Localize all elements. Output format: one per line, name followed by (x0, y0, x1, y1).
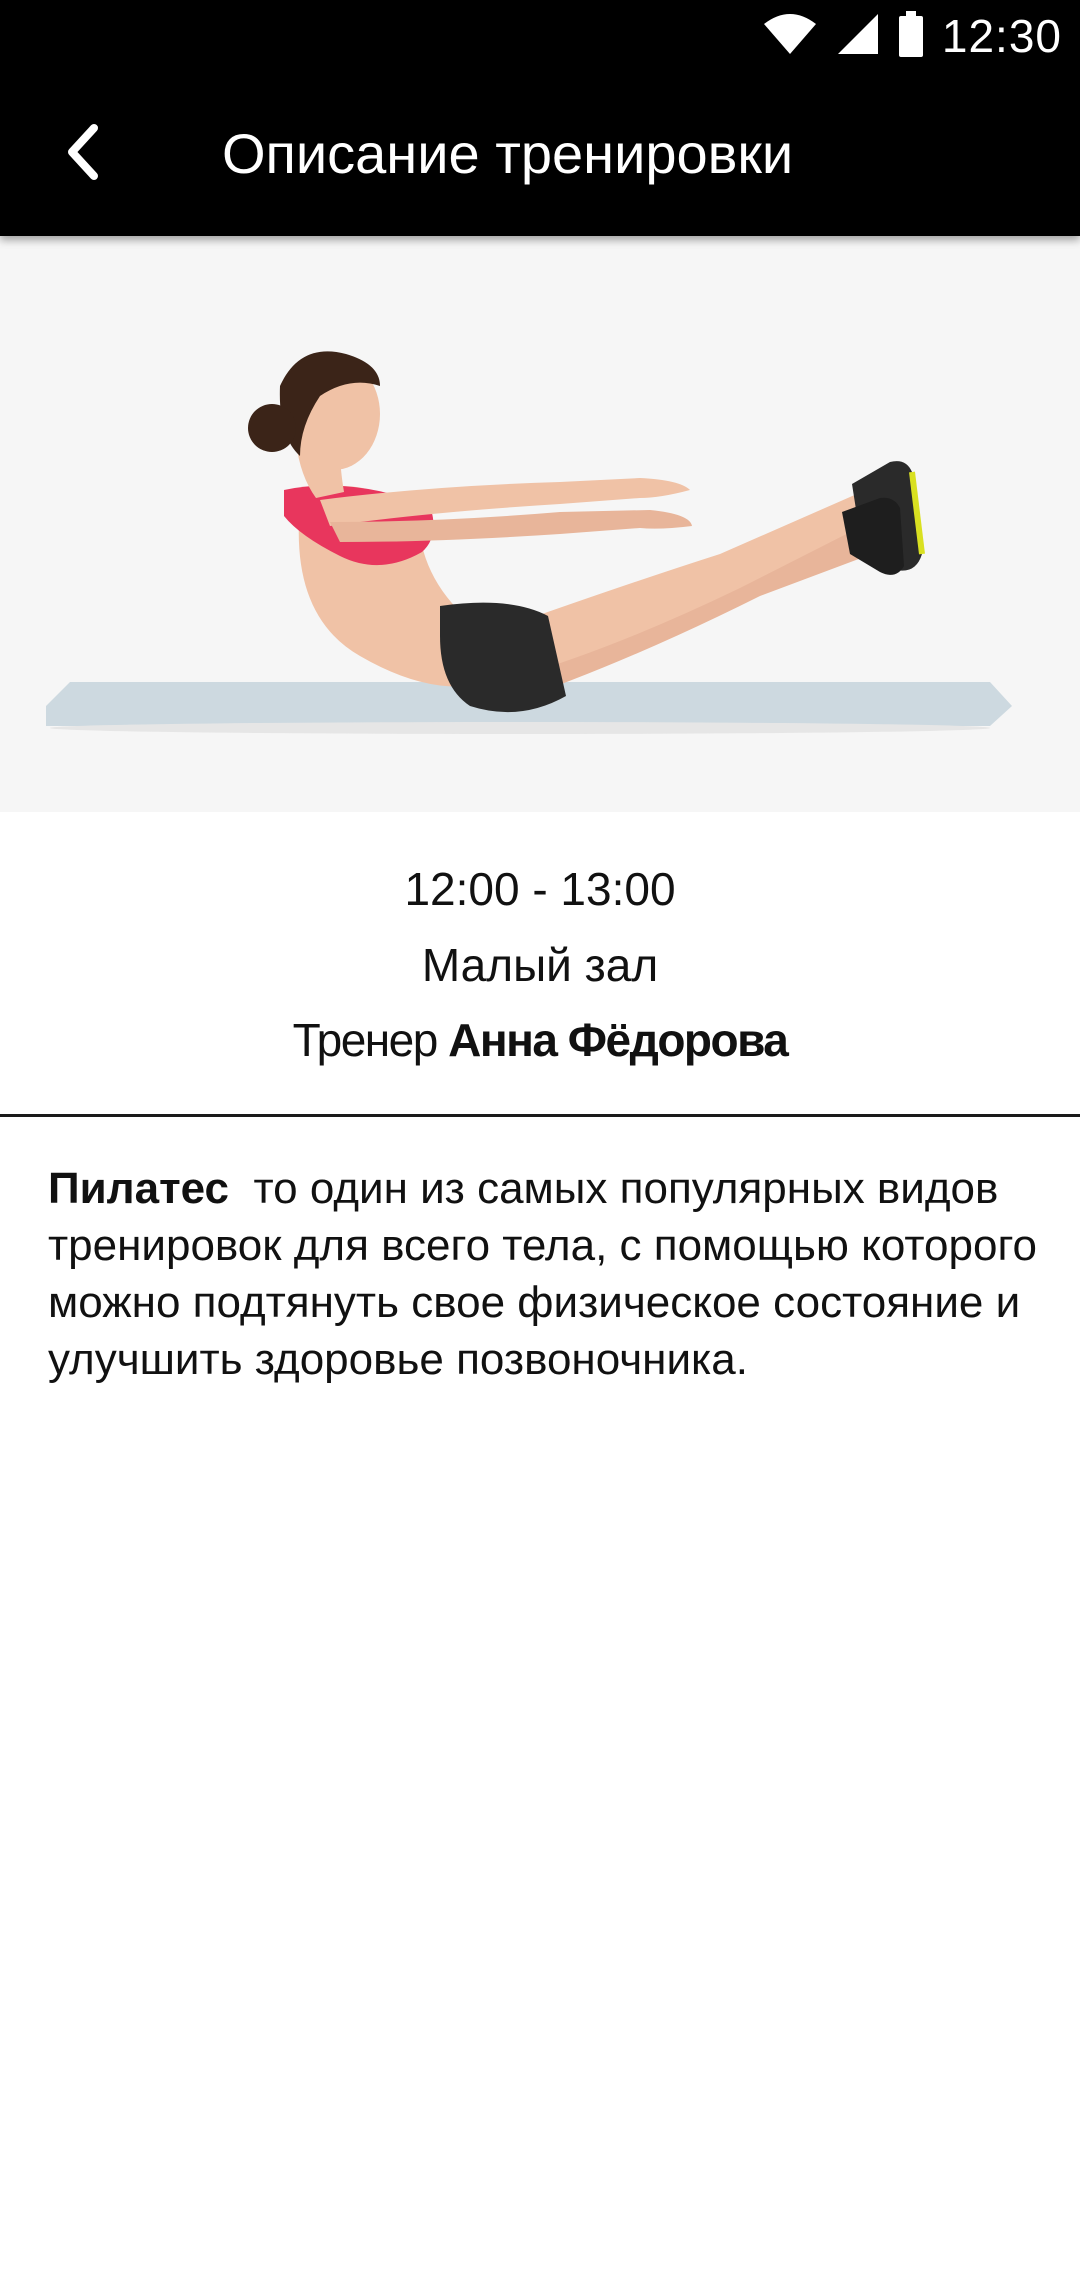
trainer-name: Анна Фёдорова (448, 1014, 789, 1066)
workout-image (0, 236, 1080, 812)
divider (0, 1114, 1080, 1117)
page-title: Описание тренировки (222, 122, 794, 185)
description-title: Пилатес (48, 1164, 230, 1213)
back-button[interactable] (40, 109, 130, 199)
workout-description: Пилатес то один из самых популярных видо… (48, 1160, 1048, 1388)
trainer-label: Тренер (292, 1014, 439, 1066)
app-bar: Описание тренировки (0, 72, 1080, 236)
battery-icon (898, 10, 924, 62)
chevron-left-icon (60, 122, 110, 187)
workout-time: 12:00 - 13:00 (404, 863, 676, 915)
workout-room: Малый зал (421, 939, 659, 991)
wifi-icon (762, 12, 818, 61)
cell-signal-icon (836, 12, 880, 61)
workout-info: 12:00 - 13:00 Малый зал Тренер Анна Фёдо… (0, 812, 1080, 1116)
pilates-illustration (46, 351, 1012, 734)
status-icons: 12:30 (762, 0, 1062, 72)
status-time: 12:30 (941, 10, 1062, 62)
trainer-line: Тренер Анна Фёдорова (0, 1013, 1080, 1067)
status-bar: 12:30 (0, 0, 1080, 72)
